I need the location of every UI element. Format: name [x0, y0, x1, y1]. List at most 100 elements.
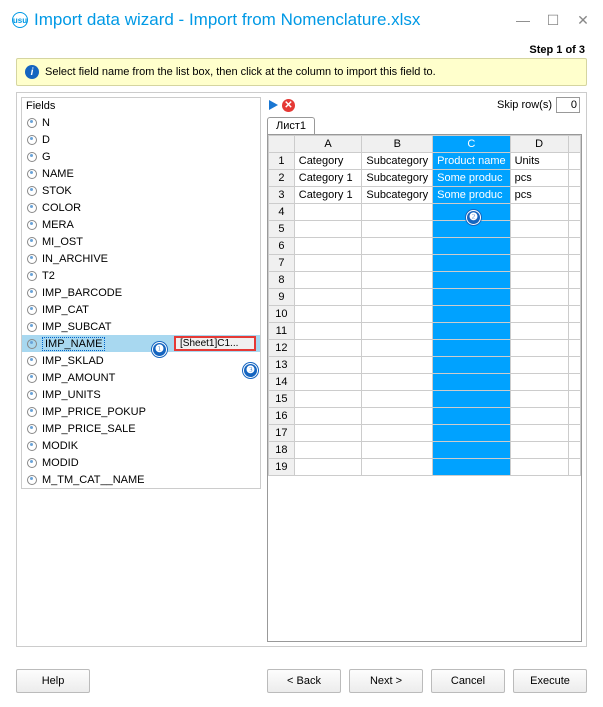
field-item[interactable]: IN_ARCHIVE [22, 250, 260, 267]
cancel-button[interactable]: Cancel [431, 669, 505, 693]
cell[interactable] [362, 442, 433, 459]
cell[interactable]: Product name [433, 153, 510, 170]
sheet-tab[interactable]: Лист1 [267, 117, 315, 134]
cell[interactable] [362, 357, 433, 374]
cell[interactable] [294, 425, 362, 442]
help-button[interactable]: Help [16, 669, 90, 693]
cell[interactable]: Units [510, 153, 568, 170]
row-header[interactable]: 13 [269, 357, 295, 374]
field-item[interactable]: IMP_SKLAD [22, 352, 260, 369]
field-item[interactable]: MODIK [22, 437, 260, 454]
play-icon[interactable] [269, 100, 278, 110]
cell[interactable] [510, 425, 568, 442]
cell[interactable] [294, 289, 362, 306]
cell[interactable] [433, 459, 510, 476]
cell[interactable] [362, 204, 433, 221]
spreadsheet-grid[interactable]: ABCD1CategorySubcategoryProduct nameUnit… [267, 134, 582, 642]
row-header[interactable]: 2 [269, 170, 295, 187]
field-item[interactable]: IMP_UNITS [22, 386, 260, 403]
cell[interactable] [362, 323, 433, 340]
row-header[interactable]: 3 [269, 187, 295, 204]
cell[interactable] [362, 425, 433, 442]
cell[interactable] [433, 238, 510, 255]
cell[interactable] [510, 391, 568, 408]
cell[interactable] [362, 391, 433, 408]
cell[interactable] [294, 323, 362, 340]
back-button[interactable]: < Back [267, 669, 341, 693]
col-header[interactable]: D [510, 136, 568, 153]
cell[interactable] [294, 255, 362, 272]
field-item[interactable]: MODID [22, 454, 260, 471]
row-header[interactable]: 16 [269, 408, 295, 425]
cell[interactable]: Subcategory [362, 187, 433, 204]
cell[interactable] [294, 442, 362, 459]
next-button[interactable]: Next > [349, 669, 423, 693]
field-item[interactable]: STOK [22, 182, 260, 199]
cell[interactable] [433, 289, 510, 306]
cell[interactable] [362, 238, 433, 255]
cell[interactable]: Subcategory [362, 170, 433, 187]
cell[interactable]: Subcategory [362, 153, 433, 170]
cell[interactable] [294, 391, 362, 408]
field-item[interactable]: IMP_CAT [22, 301, 260, 318]
cell[interactable]: pcs [510, 187, 568, 204]
field-item[interactable]: T2 [22, 267, 260, 284]
field-item[interactable]: IMP_PRICE_POKUP [22, 403, 260, 420]
cell[interactable] [362, 255, 433, 272]
field-item[interactable]: NAME [22, 165, 260, 182]
cell[interactable] [433, 391, 510, 408]
cell[interactable] [510, 204, 568, 221]
cell[interactable] [362, 306, 433, 323]
cell[interactable] [294, 238, 362, 255]
cell[interactable] [362, 289, 433, 306]
minimize-button[interactable]: — [515, 12, 531, 29]
cell[interactable] [510, 289, 568, 306]
field-item[interactable]: MERA [22, 216, 260, 233]
field-item[interactable]: M_TM_CAT__NAME [22, 471, 260, 488]
row-header[interactable]: 4 [269, 204, 295, 221]
cell[interactable] [433, 255, 510, 272]
cell[interactable] [294, 306, 362, 323]
cell[interactable] [510, 374, 568, 391]
cell[interactable]: Category 1 [294, 170, 362, 187]
row-header[interactable]: 19 [269, 459, 295, 476]
cell[interactable] [294, 272, 362, 289]
row-header[interactable]: 17 [269, 425, 295, 442]
row-header[interactable]: 9 [269, 289, 295, 306]
row-header[interactable]: 11 [269, 323, 295, 340]
cell[interactable] [294, 408, 362, 425]
row-header[interactable]: 12 [269, 340, 295, 357]
col-header[interactable]: C [433, 136, 510, 153]
cell[interactable]: Some produc [433, 170, 510, 187]
skip-rows-input[interactable] [556, 97, 580, 113]
cell[interactable] [510, 459, 568, 476]
cell[interactable] [510, 408, 568, 425]
cell[interactable] [433, 323, 510, 340]
cell[interactable] [433, 357, 510, 374]
execute-button[interactable]: Execute [513, 669, 587, 693]
maximize-button[interactable]: ☐ [545, 12, 561, 29]
cell[interactable] [433, 425, 510, 442]
field-item[interactable]: IMP_NAME[Sheet1]C1... [22, 335, 260, 352]
cell[interactable] [510, 255, 568, 272]
cell[interactable] [433, 306, 510, 323]
cell[interactable]: Some produc [433, 187, 510, 204]
row-header[interactable]: 15 [269, 391, 295, 408]
row-header[interactable]: 1 [269, 153, 295, 170]
cell[interactable] [362, 408, 433, 425]
row-header[interactable]: 8 [269, 272, 295, 289]
cell[interactable] [362, 459, 433, 476]
field-item[interactable]: IMP_AMOUNT [22, 369, 260, 386]
row-header[interactable]: 6 [269, 238, 295, 255]
cell[interactable] [433, 340, 510, 357]
row-header[interactable]: 14 [269, 374, 295, 391]
cell[interactable] [294, 221, 362, 238]
cell[interactable] [294, 357, 362, 374]
cell[interactable] [362, 374, 433, 391]
cell[interactable] [510, 340, 568, 357]
cell[interactable] [510, 357, 568, 374]
cell[interactable] [294, 204, 362, 221]
cell[interactable] [510, 221, 568, 238]
field-item[interactable]: IMP_SUBCAT [22, 318, 260, 335]
cell[interactable] [294, 459, 362, 476]
